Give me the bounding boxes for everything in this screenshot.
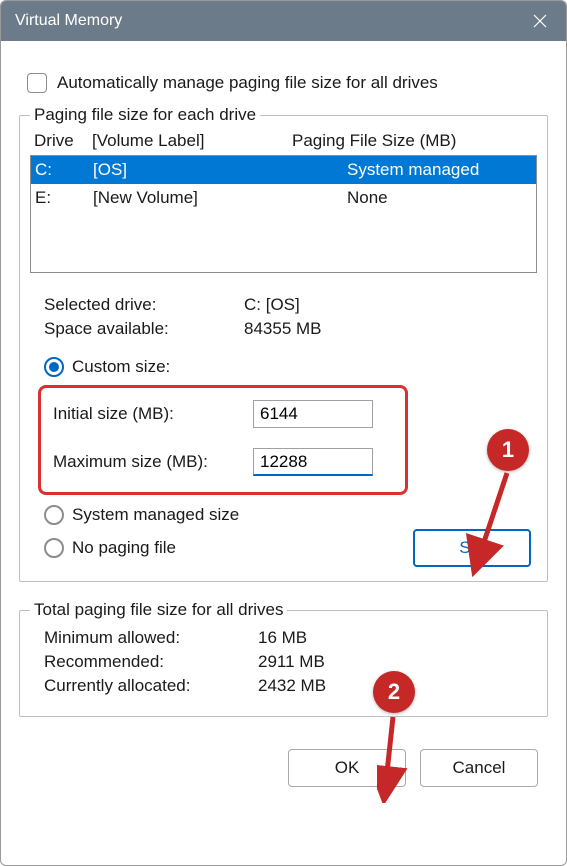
dialog-buttons: OK Cancel — [19, 735, 548, 787]
minimum-allowed-value: 16 MB — [258, 628, 537, 648]
maximum-size-row: Maximum size (MB): — [47, 444, 399, 480]
initial-size-label: Initial size (MB): — [53, 404, 253, 424]
titlebar: Virtual Memory — [1, 1, 566, 41]
drive-letter: E: — [35, 188, 93, 208]
custom-size-label: Custom size: — [72, 357, 170, 377]
total-paging-fieldset: Total paging file size for all drives Mi… — [19, 600, 548, 717]
initial-size-row: Initial size (MB): — [47, 396, 399, 432]
col-drive: Drive — [34, 131, 92, 151]
drive-letter: C: — [35, 160, 93, 180]
close-icon — [532, 13, 548, 29]
minimum-allowed-row: Minimum allowed: 16 MB — [30, 626, 537, 650]
paging-per-drive-fieldset: Paging file size for each drive Drive [V… — [19, 105, 548, 582]
drive-volume: [OS] — [93, 160, 347, 180]
drive-row[interactable]: C: [OS] System managed — [31, 156, 536, 184]
currently-allocated-row: Currently allocated: 2432 MB — [30, 674, 537, 698]
selected-drive-value: C: [OS] — [244, 295, 537, 315]
annotation-2-badge: 2 — [373, 671, 415, 713]
annotation-1-badge: 1 — [487, 429, 529, 471]
auto-manage-checkbox[interactable] — [27, 73, 47, 93]
recommended-value: 2911 MB — [258, 652, 537, 672]
custom-size-radio-row[interactable]: Custom size: — [30, 353, 537, 381]
drive-volume: [New Volume] — [93, 188, 347, 208]
drive-paging-size: None — [347, 188, 536, 208]
space-available-row: Space available: 84355 MB — [30, 317, 537, 341]
window-title: Virtual Memory — [15, 12, 122, 30]
drive-row[interactable]: E: [New Volume] None — [31, 184, 536, 212]
no-paging-label: No paging file — [72, 538, 176, 558]
cancel-button[interactable]: Cancel — [420, 749, 538, 787]
custom-size-radio[interactable] — [44, 357, 64, 377]
highlight-box: Initial size (MB): Maximum size (MB): — [38, 385, 408, 495]
recommended-label: Recommended: — [44, 652, 258, 672]
system-managed-radio[interactable] — [44, 505, 64, 525]
drive-header: Drive [Volume Label] Paging File Size (M… — [30, 125, 537, 155]
selected-drive-row: Selected drive: C: [OS] — [30, 293, 537, 317]
system-managed-radio-row[interactable]: System managed size — [30, 501, 537, 529]
col-size: Paging File Size (MB) — [292, 131, 537, 151]
system-managed-label: System managed size — [72, 505, 239, 525]
close-button[interactable] — [526, 7, 554, 35]
initial-size-input[interactable] — [253, 400, 373, 428]
ok-button[interactable]: OK — [288, 749, 406, 787]
virtual-memory-dialog: Virtual Memory Automatically manage pagi… — [0, 0, 567, 866]
auto-manage-row[interactable]: Automatically manage paging file size fo… — [27, 73, 548, 93]
no-paging-radio[interactable] — [44, 538, 64, 558]
currently-allocated-label: Currently allocated: — [44, 676, 258, 696]
drive-paging-size: System managed — [347, 160, 536, 180]
space-available-value: 84355 MB — [244, 319, 537, 339]
recommended-row: Recommended: 2911 MB — [30, 650, 537, 674]
auto-manage-label: Automatically manage paging file size fo… — [57, 73, 438, 93]
paging-per-drive-legend: Paging file size for each drive — [30, 105, 260, 125]
col-volume: [Volume Label] — [92, 131, 292, 151]
drive-list[interactable]: C: [OS] System managed E: [New Volume] N… — [30, 155, 537, 273]
set-button[interactable]: Set — [413, 529, 531, 567]
maximum-size-label: Maximum size (MB): — [53, 452, 253, 472]
minimum-allowed-label: Minimum allowed: — [44, 628, 258, 648]
space-available-label: Space available: — [44, 319, 244, 339]
maximum-size-input[interactable] — [253, 448, 373, 476]
no-paging-radio-row[interactable]: No paging file — [30, 534, 413, 562]
total-paging-legend: Total paging file size for all drives — [30, 600, 287, 620]
selected-drive-label: Selected drive: — [44, 295, 244, 315]
